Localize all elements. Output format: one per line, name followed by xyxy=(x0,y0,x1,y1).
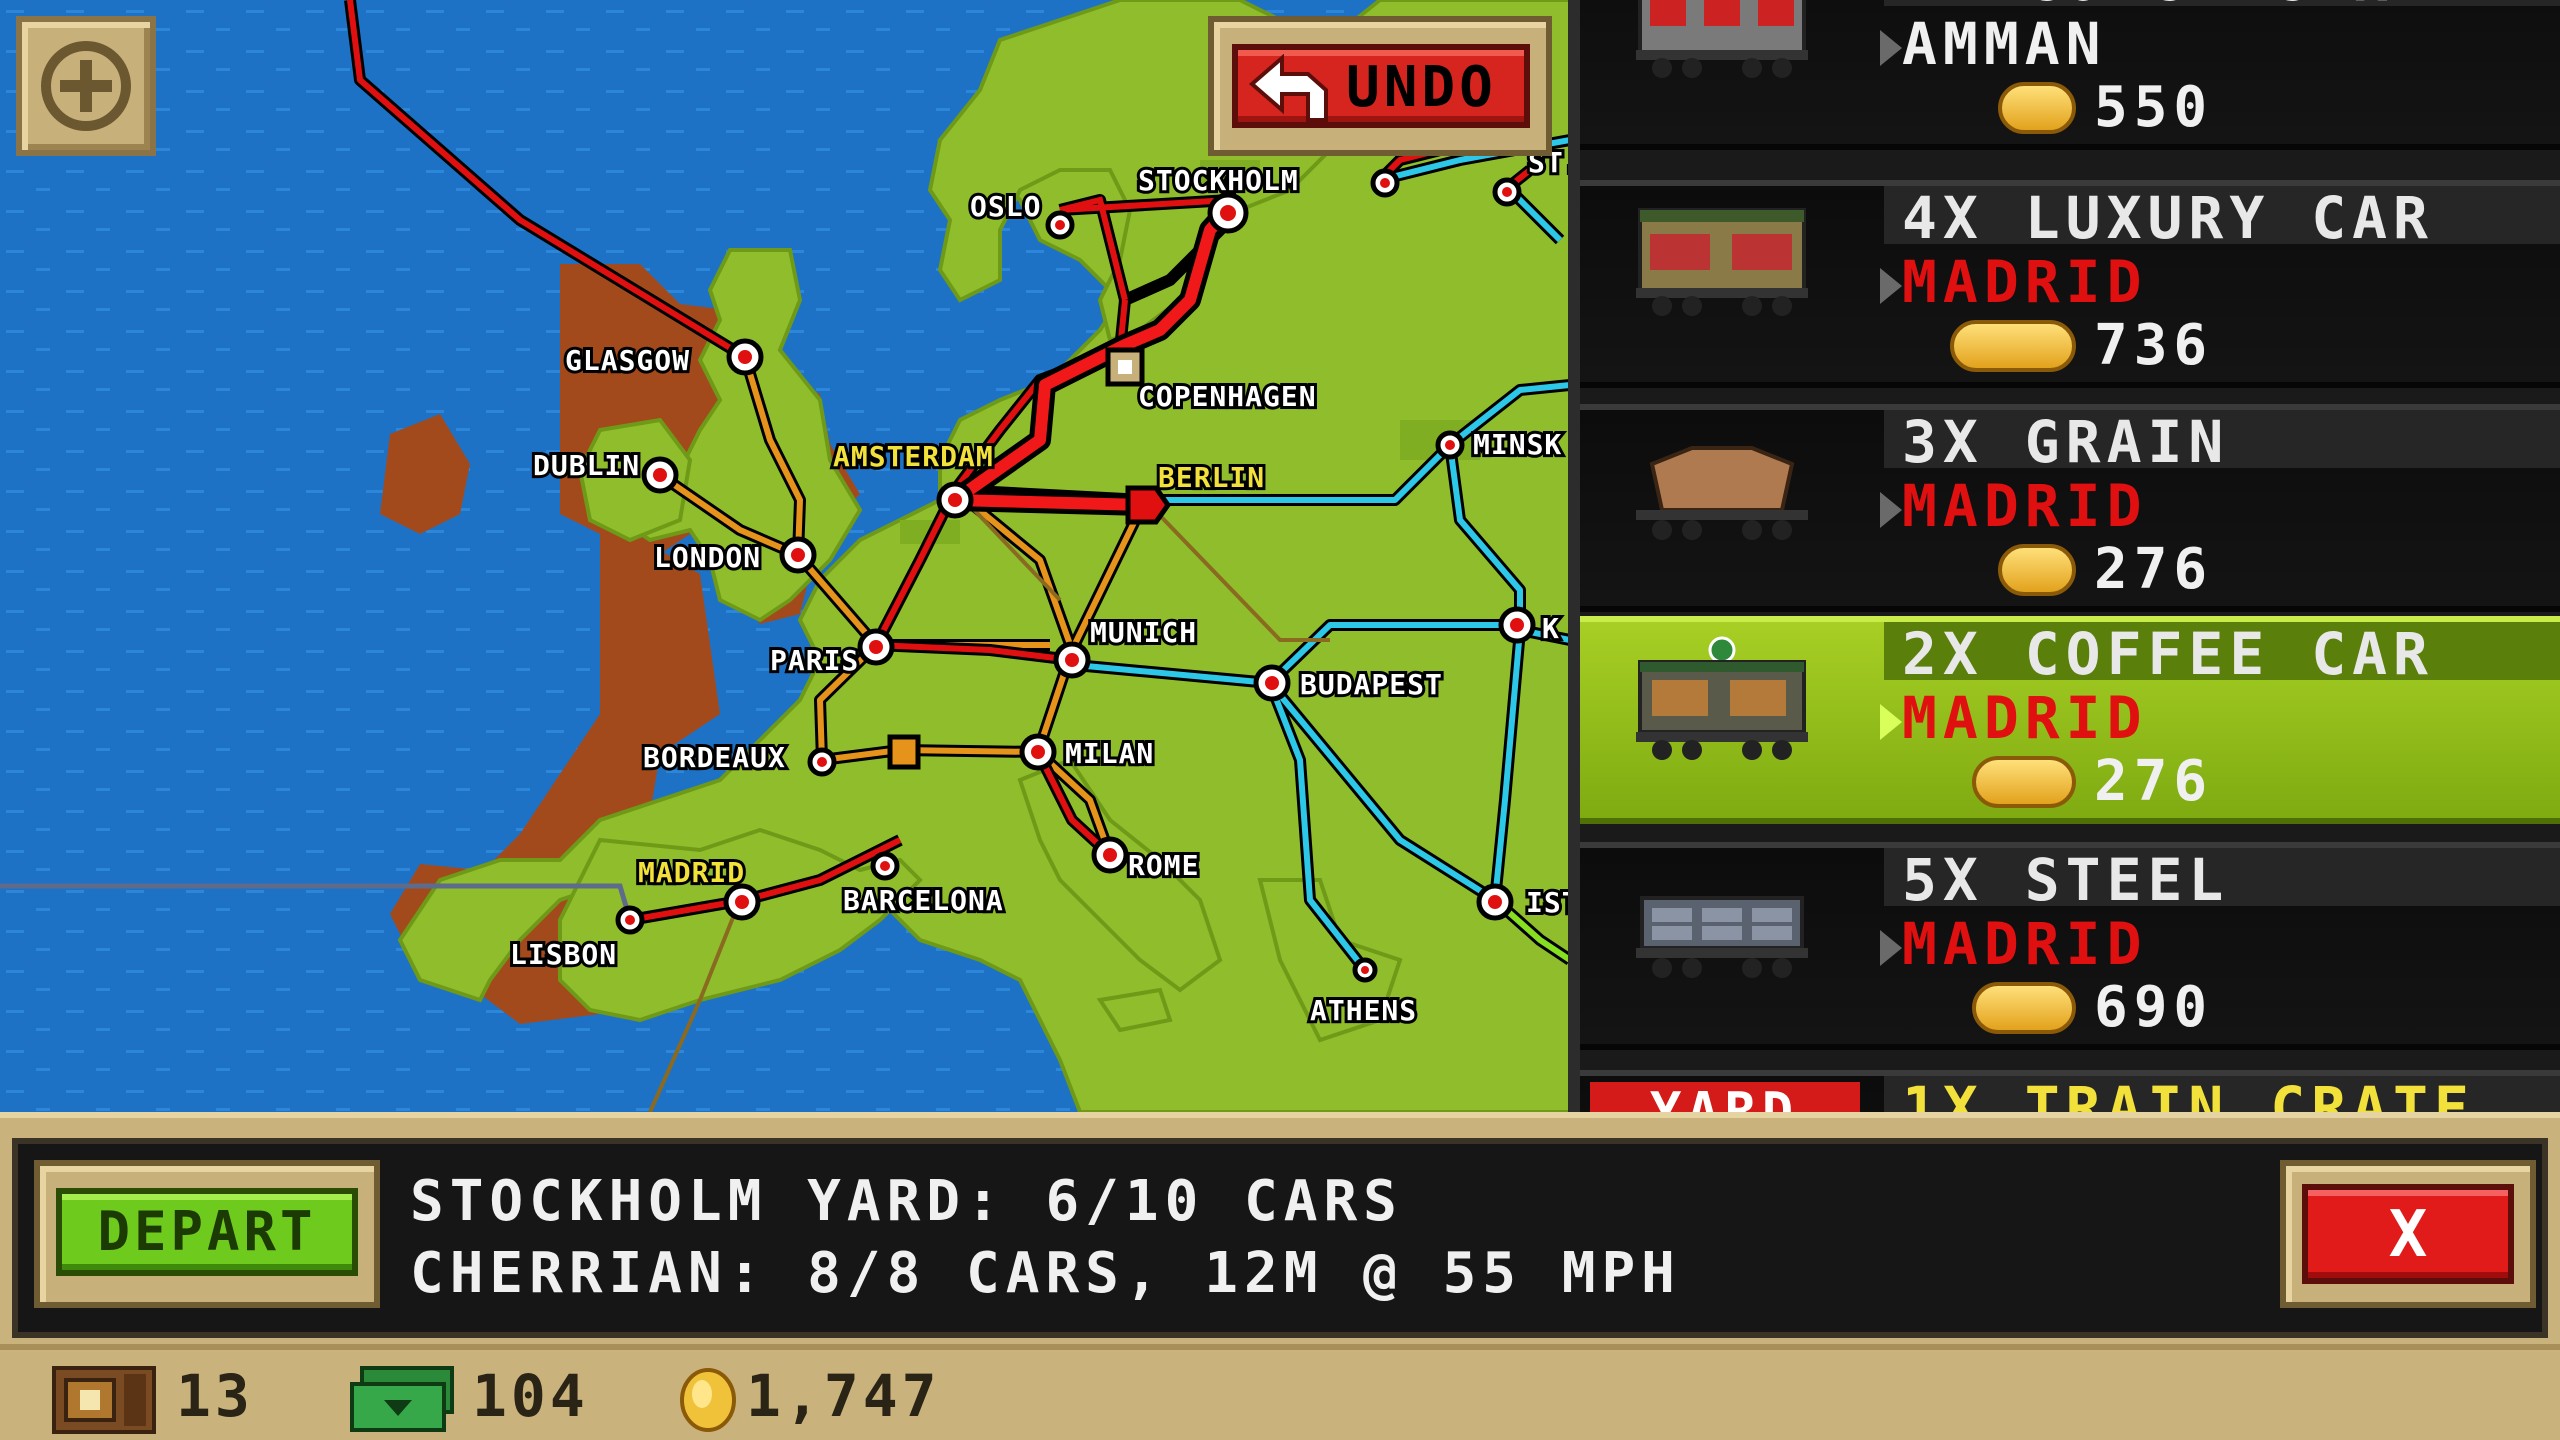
crate-count: 13 xyxy=(176,1362,254,1430)
europe-map[interactable]: GLASGOW DUBLIN LONDON AMSTERDAM BERLIN O… xyxy=(0,0,1570,1112)
train-info-panel: DEPART STOCKHOLM YARD: 6/10 CARS CHERRIA… xyxy=(12,1138,2548,1338)
cargo-destination: MADRID xyxy=(1902,472,2148,540)
grain-car-icon xyxy=(1636,446,1808,540)
cash-count: 104 xyxy=(472,1362,589,1430)
cargo-price: 276 xyxy=(2094,749,2214,814)
city-label-madrid: MADRID xyxy=(638,856,745,889)
yard-status: STOCKHOLM YARD: 6/10 CARS xyxy=(410,1169,1403,1234)
luxury-car-icon xyxy=(1636,208,1808,316)
city-label-glasgow: GLASGOW xyxy=(565,344,690,377)
cargo-price: 550 xyxy=(2094,75,2214,140)
arrow-right-icon xyxy=(1880,268,1902,304)
cargo-card-grain[interactable]: 3X GRAIN MADRID 276 xyxy=(1580,404,2560,612)
cash-icon xyxy=(350,1366,454,1432)
cargo-price: 690 xyxy=(2094,975,2214,1040)
cargo-destination: AMMAN xyxy=(1902,10,2107,78)
city-label-k: K xyxy=(1542,612,1560,645)
city-label-munich: MUNICH xyxy=(1090,616,1197,649)
coin-icon xyxy=(680,1368,736,1432)
city-label-minsk: MINSK xyxy=(1473,428,1562,461)
cargo-card-coach[interactable]: 1X COACH CAR AMMAN 550 xyxy=(1580,0,2560,150)
city-label-rome: ROME xyxy=(1128,849,1199,882)
steel-car-icon xyxy=(1636,896,1808,978)
close-button-frame: X xyxy=(2280,1160,2536,1308)
cargo-price: 736 xyxy=(2094,313,2214,378)
game-screen: GLASGOW DUBLIN LONDON AMSTERDAM BERLIN O… xyxy=(0,0,2560,1440)
city-label-lisbon: LISBON xyxy=(510,938,617,971)
city-label-barcelona: BARCELONA xyxy=(843,884,1004,917)
city-label-budapest: BUDAPEST xyxy=(1300,668,1443,701)
coin-count: 1,747 xyxy=(746,1362,941,1430)
city-label-stockholm: STOCKHOLM xyxy=(1138,164,1299,197)
cargo-destination: MADRID xyxy=(1902,684,2148,752)
close-icon: X xyxy=(2388,1198,2428,1272)
cargo-list-panel[interactable]: 1X COACH CAR AMMAN 550 4X LUXURY CAR MAD… xyxy=(1568,0,2560,1112)
arrow-right-icon xyxy=(1880,704,1902,740)
cargo-destination: MADRID xyxy=(1902,248,2148,316)
bottom-bar: DEPART STOCKHOLM YARD: 6/10 CARS CHERRIA… xyxy=(0,1112,2560,1440)
cargo-card-train-crate[interactable]: YARD 1X TRAIN CRATE xyxy=(1580,1070,2560,1112)
undo-button[interactable]: UNDO xyxy=(1232,44,1530,128)
depart-button-frame: DEPART xyxy=(34,1160,380,1308)
coffee-car-icon xyxy=(1636,636,1808,760)
plus-icon xyxy=(41,41,131,131)
arrow-right-icon xyxy=(1880,930,1902,966)
cargo-title: 1X COACH CAR xyxy=(1902,0,2393,10)
cargo-price: 276 xyxy=(2094,537,2214,602)
undo-button-frame: UNDO xyxy=(1208,16,1552,156)
coin-icon xyxy=(1998,544,2076,596)
city-label-milan: MILAN xyxy=(1065,737,1154,770)
cargo-card-steel[interactable]: 5X STEEL MADRID 690 xyxy=(1580,842,2560,1050)
close-button[interactable]: X xyxy=(2302,1184,2514,1284)
city-label-paris: PARIS xyxy=(770,644,859,677)
train-status: CHERRIAN: 8/8 CARS, 12M @ 55 MPH xyxy=(410,1241,1681,1306)
cargo-title: 4X LUXURY CAR xyxy=(1902,184,2434,252)
city-label-london: LONDON xyxy=(654,541,761,574)
coin-icon xyxy=(1998,82,2076,134)
cargo-title: 1X TRAIN CRATE xyxy=(1902,1074,2475,1112)
arrow-right-icon xyxy=(1880,30,1902,66)
cargo-destination: MADRID xyxy=(1902,910,2148,978)
city-label-dublin: DUBLIN xyxy=(533,449,640,482)
cargo-title: 2X COFFEE CAR xyxy=(1902,620,2434,688)
arrow-right-icon xyxy=(1880,492,1902,528)
undo-label: UNDO xyxy=(1346,55,1497,120)
city-label-bordeaux: BORDEAUX xyxy=(643,741,786,774)
coin-stack-icon xyxy=(1972,982,2076,1034)
undo-arrow-icon xyxy=(1248,54,1328,122)
currency-bar: 13 104 1,747 xyxy=(0,1344,2560,1440)
cargo-title: 5X STEEL xyxy=(1902,846,2230,914)
coin-stack-icon xyxy=(1972,756,2076,808)
city-label-berlin: BERLIN xyxy=(1158,461,1265,494)
coach-car-icon xyxy=(1636,0,1808,78)
depart-button[interactable]: DEPART xyxy=(56,1188,358,1276)
cargo-card-luxury[interactable]: 4X LUXURY CAR MADRID 736 xyxy=(1580,180,2560,388)
zoom-in-button[interactable] xyxy=(16,16,156,156)
crate-icon xyxy=(52,1366,156,1434)
yard-badge: YARD xyxy=(1590,1082,1860,1112)
city-label-copenhagen: COPENHAGEN xyxy=(1138,380,1317,413)
cargo-title: 3X GRAIN xyxy=(1902,408,2230,476)
cargo-card-coffee-selected[interactable]: 2X COFFEE CAR MADRID 276 xyxy=(1580,616,2560,824)
city-label-amsterdam: AMSTERDAM xyxy=(833,440,994,473)
coin-stack-icon xyxy=(1950,320,2076,372)
yard-badge-label: YARD xyxy=(1650,1082,1800,1112)
depart-label: DEPART xyxy=(97,1200,317,1263)
city-label-athens: ATHENS xyxy=(1310,994,1417,1027)
city-label-istanbul: IST xyxy=(1526,886,1570,919)
city-label-oslo: OSLO xyxy=(970,190,1041,223)
